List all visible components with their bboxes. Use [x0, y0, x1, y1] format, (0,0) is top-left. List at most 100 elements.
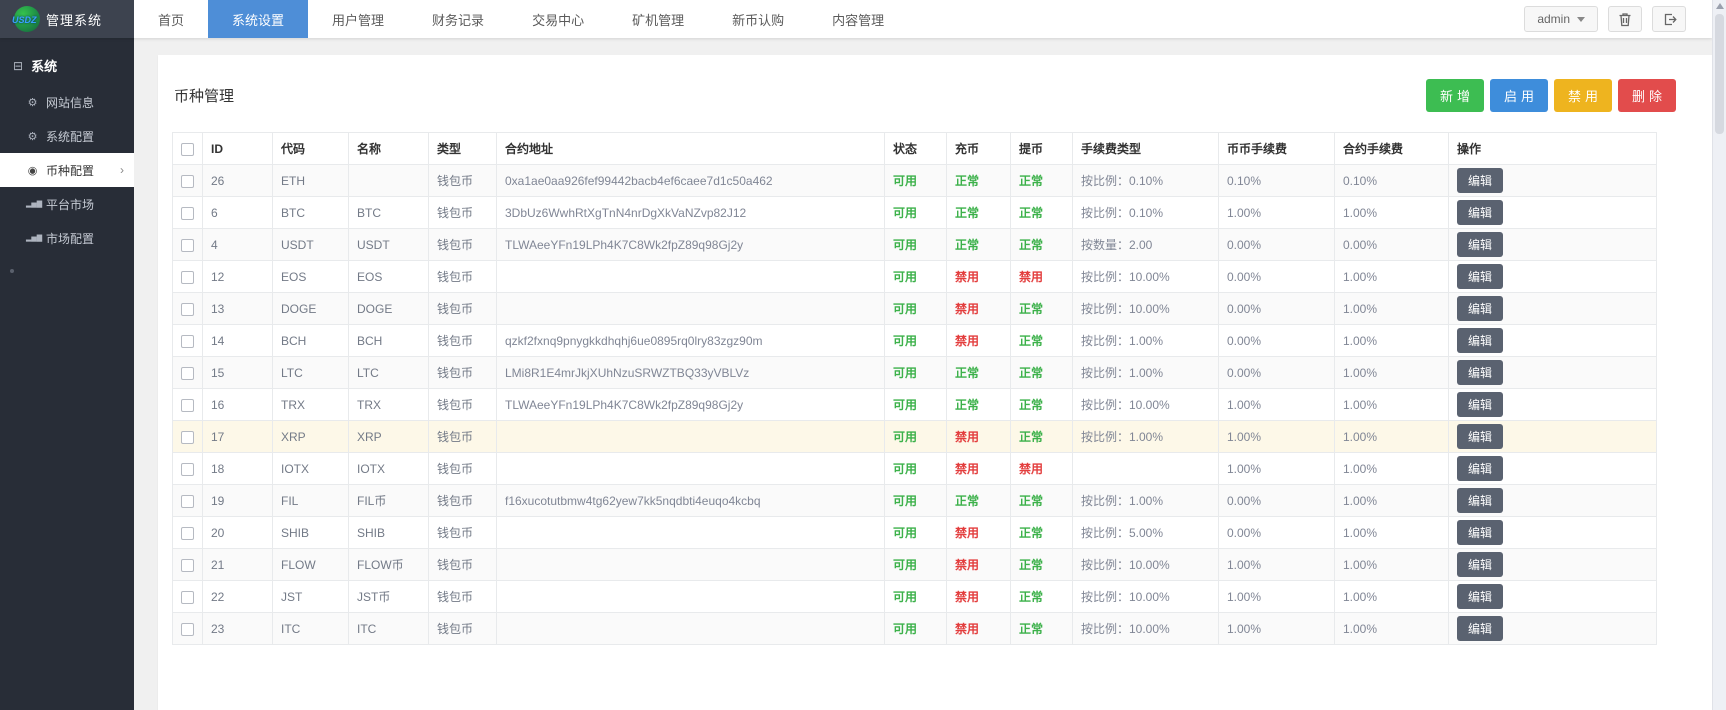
cell-id: 18 — [202, 452, 273, 485]
table-row: 20 SHIB SHIB 钱包币 可用 禁用 正常 按比例：5.00% 0.00… — [172, 516, 1657, 549]
cell-code: IOTX — [272, 452, 349, 485]
row-checkbox[interactable] — [181, 622, 194, 636]
edit-button[interactable]: 编辑 — [1457, 168, 1504, 193]
sidebar-section-system[interactable]: ⊟ 系统 — [0, 38, 134, 85]
cell-contract-fee: 1.00% — [1334, 292, 1449, 325]
edit-button[interactable]: 编辑 — [1457, 424, 1504, 449]
row-checkbox[interactable] — [181, 430, 194, 444]
cell-contract-fee: 1.00% — [1334, 452, 1449, 485]
nav-item-用户管理[interactable]: 用户管理 — [308, 0, 408, 38]
table-row: 15 LTC LTC 钱包币 LMi8R1E4mrJkjXUhNzuSRWZTB… — [172, 356, 1657, 389]
cell-name: ITC — [348, 612, 429, 645]
row-checkbox[interactable] — [181, 270, 194, 284]
select-all-checkbox[interactable] — [181, 142, 194, 156]
edit-button[interactable]: 编辑 — [1457, 584, 1504, 609]
scrollbar-thumb[interactable] — [1715, 14, 1724, 134]
row-checkbox[interactable] — [181, 302, 194, 316]
edit-button[interactable]: 编辑 — [1457, 328, 1504, 353]
cell-contract-address — [496, 292, 885, 325]
cell-contract-address: 0xa1ae0aa926fef99442bacb4ef6caee7d1c50a4… — [496, 164, 885, 197]
edit-button[interactable]: 编辑 — [1457, 232, 1504, 257]
table-row: 17 XRP XRP 钱包币 可用 禁用 正常 按比例：1.00% 1.00% … — [172, 420, 1657, 453]
nav-item-内容管理[interactable]: 内容管理 — [808, 0, 908, 38]
target-icon: ◉ — [27, 164, 38, 177]
disable-button[interactable]: 禁用 — [1553, 79, 1612, 112]
cell-coin-fee: 1.00% — [1218, 196, 1335, 229]
edit-button[interactable]: 编辑 — [1457, 456, 1504, 481]
column-header-ID: ID — [202, 132, 273, 165]
delete-button[interactable]: 删除 — [1617, 79, 1676, 112]
cell-contract-fee: 1.00% — [1334, 356, 1449, 389]
cell-id: 15 — [202, 356, 273, 389]
row-checkbox[interactable] — [181, 238, 194, 252]
edit-button[interactable]: 编辑 — [1457, 392, 1504, 417]
nav-item-财务记录[interactable]: 财务记录 — [408, 0, 508, 38]
row-checkbox[interactable] — [181, 558, 194, 572]
edit-button[interactable]: 编辑 — [1457, 200, 1504, 225]
edit-button[interactable]: 编辑 — [1457, 552, 1504, 577]
row-checkbox[interactable] — [181, 494, 194, 508]
sidebar: ⊟ 系统 ⚙网站信息›⚙系统配置›◉币种配置›▂▅▇平台市场›▂▅▇市场配置› — [0, 38, 134, 710]
row-checkbox[interactable] — [181, 526, 194, 540]
logout-button[interactable] — [1652, 6, 1686, 32]
edit-button[interactable]: 编辑 — [1457, 488, 1504, 513]
nav-item-交易中心[interactable]: 交易中心 — [508, 0, 608, 38]
edit-button[interactable]: 编辑 — [1457, 264, 1504, 289]
edit-button[interactable]: 编辑 — [1457, 360, 1504, 385]
cell-name: BTC — [348, 196, 429, 229]
row-checkbox[interactable] — [181, 366, 194, 380]
row-checkbox[interactable] — [181, 462, 194, 476]
sidebar-item-平台市场[interactable]: ▂▅▇平台市场› — [0, 187, 134, 221]
cell-name: SHIB — [348, 516, 429, 549]
sidebar-item-网站信息[interactable]: ⚙网站信息› — [0, 85, 134, 119]
edit-button[interactable]: 编辑 — [1457, 616, 1504, 641]
collapse-icon: ⊟ — [13, 58, 24, 73]
sidebar-item-label: 平台市场 — [46, 197, 95, 212]
cell-status: 可用 — [884, 548, 947, 581]
cell-fee-type: 按比例：0.10% — [1072, 164, 1219, 197]
cell-code: ETH — [272, 164, 349, 197]
cell-coin-fee: 1.00% — [1218, 612, 1335, 645]
sidebar-item-币种配置[interactable]: ◉ 币种配置 › — [0, 153, 134, 187]
edit-button[interactable]: 编辑 — [1457, 296, 1504, 321]
cell-code: EOS — [272, 260, 349, 293]
nav-item-矿机管理[interactable]: 矿机管理 — [608, 0, 708, 38]
toolbar: 新增 启用 禁用 删除 — [1425, 79, 1676, 112]
cell-type: 钱包币 — [428, 420, 497, 453]
cell-contract-fee: 1.00% — [1334, 324, 1449, 357]
cell-fee-type: 按比例：10.00% — [1072, 548, 1219, 581]
cell-status: 可用 — [884, 356, 947, 389]
cell-code: LTC — [272, 356, 349, 389]
cell-name: DOGE — [348, 292, 429, 325]
cell-deposit: 正常 — [946, 228, 1011, 261]
row-checkbox[interactable] — [181, 334, 194, 348]
chart-icon: ▂▅▇ — [26, 235, 43, 242]
row-checkbox[interactable] — [181, 206, 194, 220]
scroll-up-icon[interactable] — [1716, 3, 1724, 9]
sidebar-item-市场配置[interactable]: ▂▅▇市场配置› — [0, 221, 134, 255]
cell-type: 钱包币 — [428, 452, 497, 485]
cell-contract-address — [496, 452, 885, 485]
page-scrollbar[interactable] — [1712, 0, 1726, 710]
table-row: 13 DOGE DOGE 钱包币 可用 禁用 正常 按比例：10.00% 0.0… — [172, 292, 1657, 325]
cell-code: FIL — [272, 484, 349, 517]
nav-item-新币认购[interactable]: 新币认购 — [708, 0, 808, 38]
add-button[interactable]: 新增 — [1425, 79, 1484, 112]
trash-button[interactable] — [1608, 6, 1642, 32]
column-header-合约地址: 合约地址 — [496, 132, 885, 165]
gear-icon: ⚙ — [27, 130, 38, 143]
row-checkbox[interactable] — [181, 590, 194, 604]
edit-button[interactable]: 编辑 — [1457, 520, 1504, 545]
sidebar-item-系统配置[interactable]: ⚙系统配置› — [0, 119, 134, 153]
row-checkbox[interactable] — [181, 398, 194, 412]
cell-status: 可用 — [884, 388, 947, 421]
cell-contract-address: f16xucotutbmw4tg62yew7kk5nqdbti4euqo4kcb… — [496, 484, 885, 517]
cell-fee-type — [1072, 452, 1219, 485]
cell-deposit: 禁用 — [946, 548, 1011, 581]
admin-dropdown[interactable]: admin — [1524, 6, 1598, 32]
enable-button[interactable]: 启用 — [1489, 79, 1548, 112]
row-checkbox[interactable] — [181, 174, 194, 188]
cell-withdraw: 正常 — [1010, 228, 1073, 261]
nav-item-系统设置[interactable]: 系统设置 — [208, 0, 309, 38]
nav-item-首页[interactable]: 首页 — [134, 0, 208, 38]
